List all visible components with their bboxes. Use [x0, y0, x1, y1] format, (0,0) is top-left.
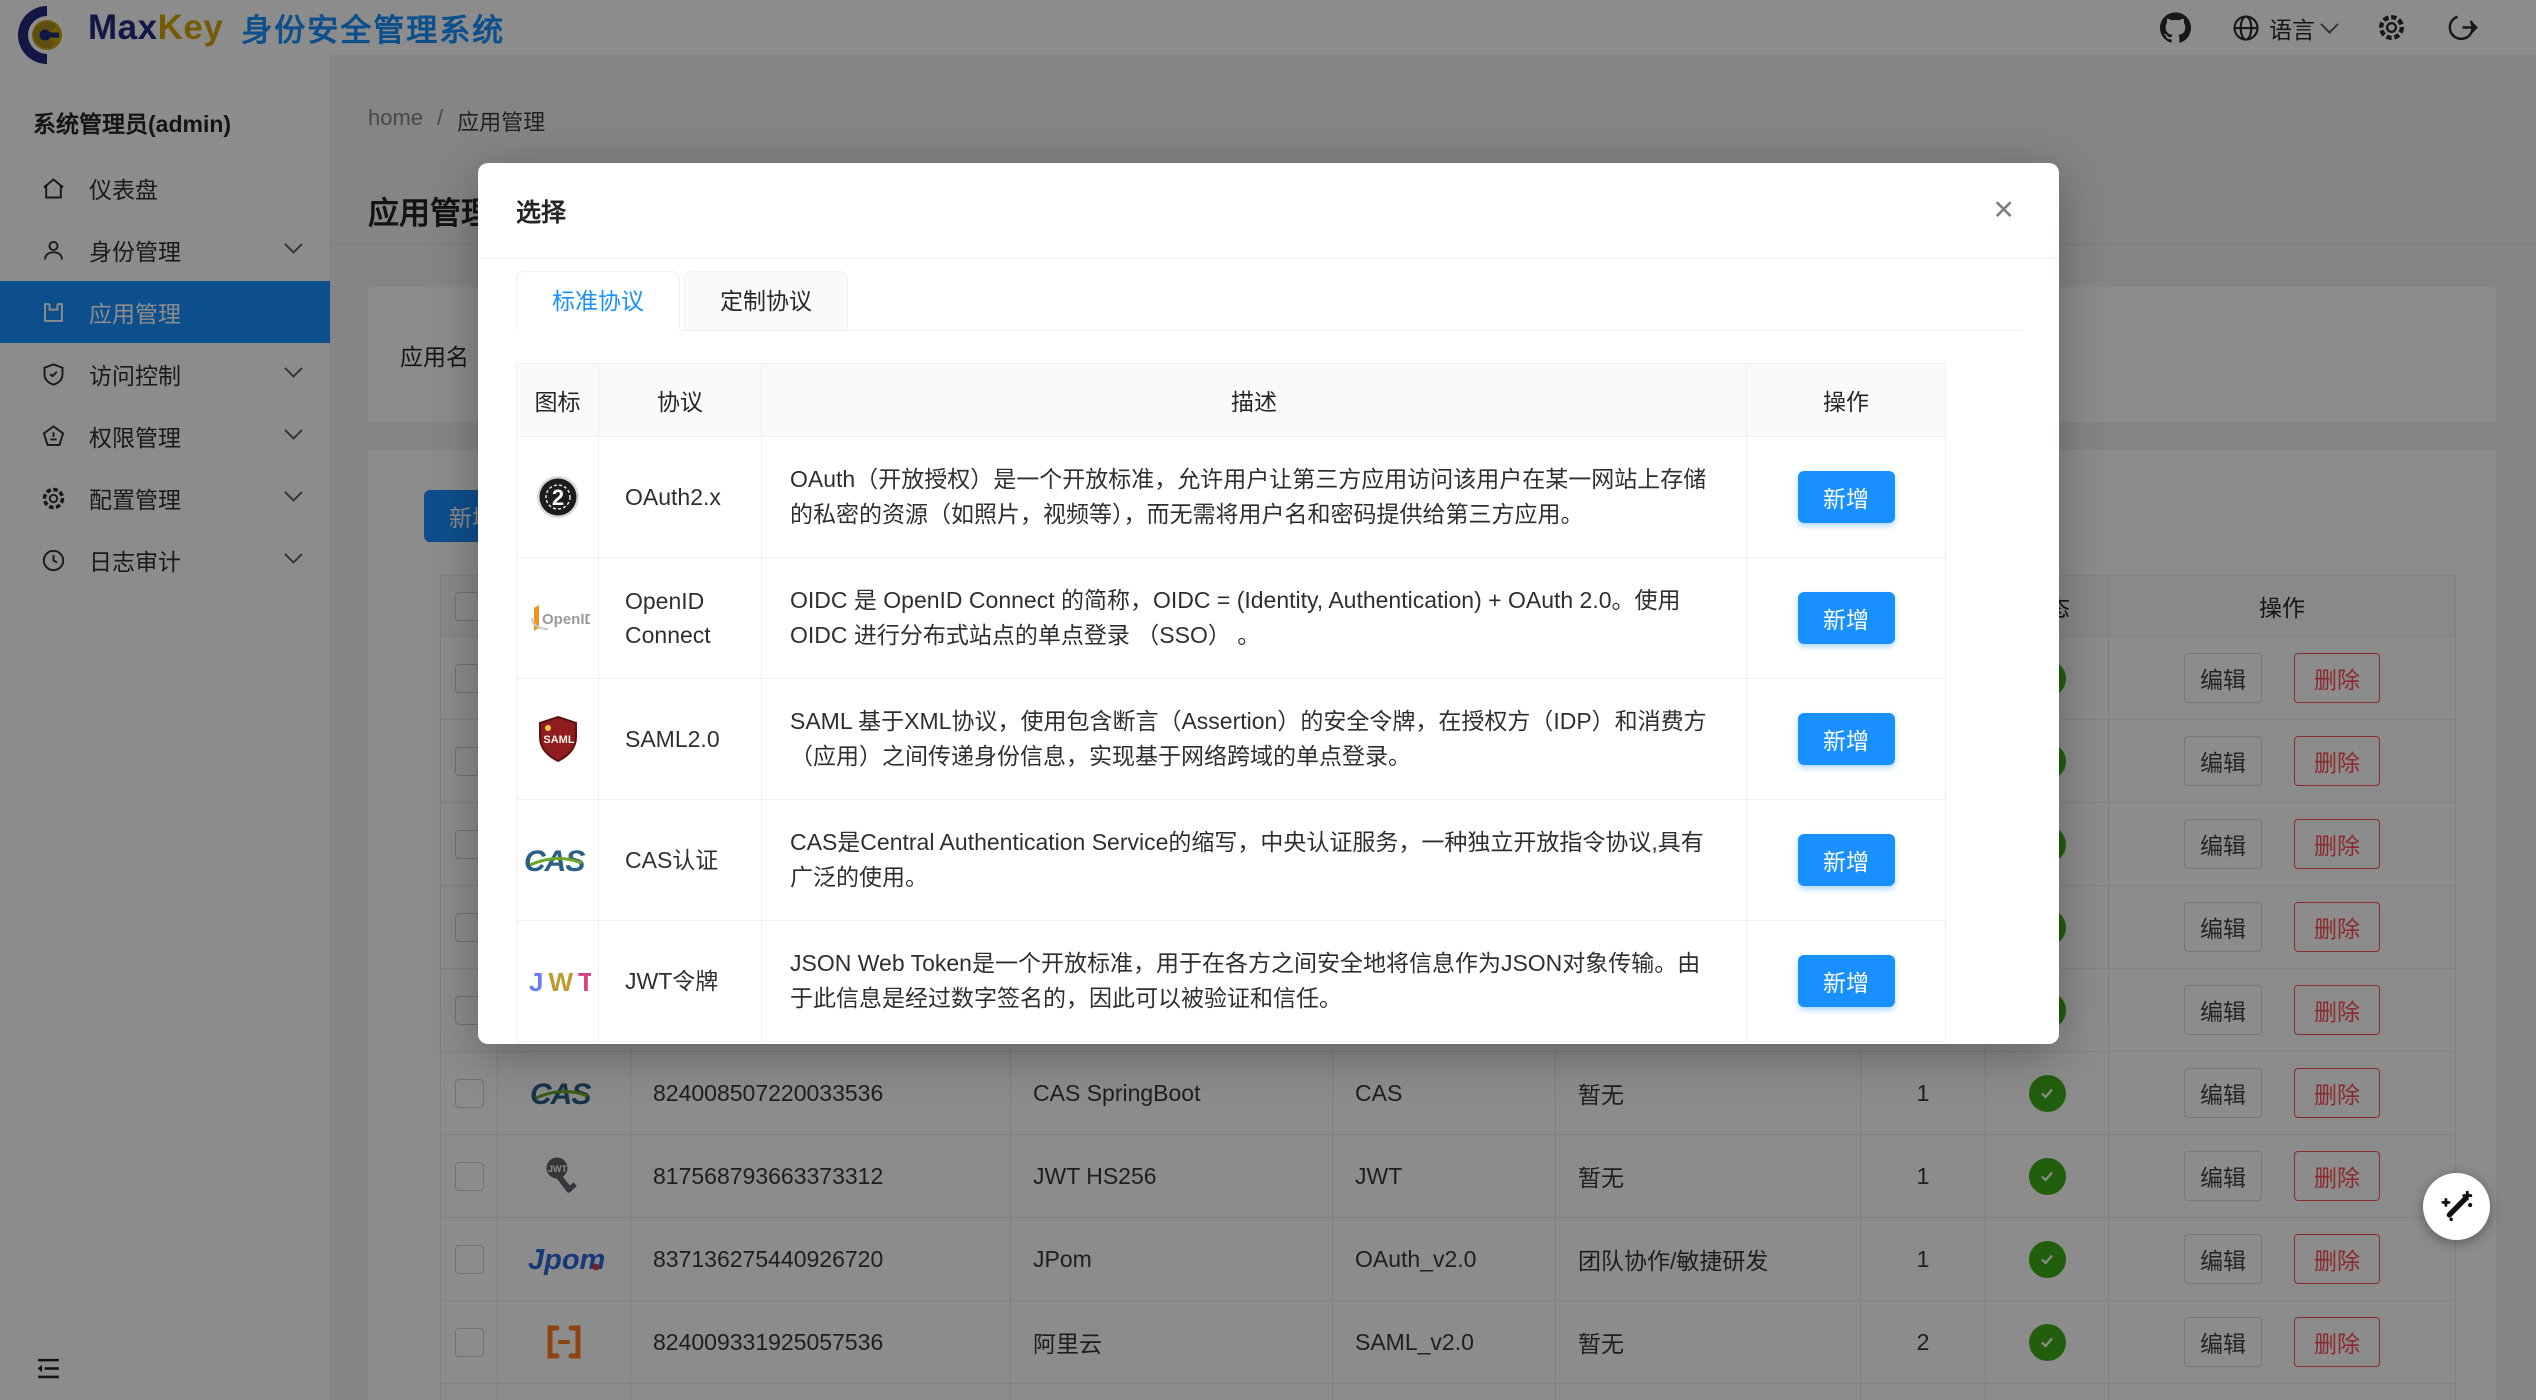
protocol-row: JWT JWT令牌 JSON Web Token是一个开放标准，用于在各方之间安… [517, 921, 1946, 1042]
add-protocol-button[interactable]: 新增 [1798, 713, 1895, 765]
svg-text:2: 2 [551, 485, 563, 510]
protocol-col-header: 协议 [599, 364, 762, 437]
protocol-name: JWT令牌 [599, 921, 762, 1042]
protocol-description: SAML 基于XML协议，使用包含断言（Assertion）的安全令牌，在授权方… [762, 679, 1747, 800]
magic-wand-button[interactable] [2423, 1173, 2490, 1240]
protocol-name: OpenID Connect [599, 558, 762, 679]
icon-col-header: 图标 [517, 364, 599, 437]
protocol-name: CAS认证 [599, 800, 762, 921]
protocol-icon-cell: CAS [517, 800, 599, 921]
protocol-icon-cell: 2 [517, 437, 599, 558]
oauth2-icon: 2 [535, 474, 581, 520]
add-protocol-button[interactable]: 新增 [1798, 471, 1895, 523]
openid-icon: OpenID [526, 598, 590, 638]
modal-body: 标准协议 定制协议 图标 协议 描述 操作 [478, 259, 2059, 1042]
modal-title: 选择 [516, 193, 566, 229]
saml-icon: SAML [536, 715, 580, 763]
add-protocol-button[interactable]: 新增 [1798, 834, 1895, 886]
action-col-header: 操作 [1747, 364, 1946, 437]
protocol-row: OpenID OpenID Connect OIDC 是 OpenID Conn… [517, 558, 1946, 679]
protocol-name: SAML2.0 [599, 679, 762, 800]
description-col-header: 描述 [762, 364, 1747, 437]
protocol-description: OAuth（开放授权）是一个开放标准，允许用户让第三方应用访问该用户在某一网站上… [762, 437, 1747, 558]
jwt-icon: JWT [525, 961, 591, 1001]
screen: MaxKey 身份安全管理系统 语言 系统管理员(admin) [0, 0, 2536, 1400]
protocol-description: OIDC 是 OpenID Connect 的简称，OIDC = (Identi… [762, 558, 1747, 679]
tab-custom-protocol[interactable]: 定制协议 [684, 271, 848, 331]
protocol-icon-cell: OpenID [517, 558, 599, 679]
svg-text:SAML: SAML [543, 734, 574, 746]
protocol-description: JSON Web Token是一个开放标准，用于在各方之间安全地将信息作为JSO… [762, 921, 1747, 1042]
protocol-row: SAML SAML2.0 SAML 基于XML协议，使用包含断言（Asserti… [517, 679, 1946, 800]
protocol-tabs: 标准协议 定制协议 [516, 271, 2021, 331]
protocol-table: 图标 协议 描述 操作 2 OAuth2.x OAuth（开放授权）是一个开放标… [516, 363, 1946, 1042]
protocol-select-modal: 选择 ✕ 标准协议 定制协议 图标 协议 描述 操作 [478, 163, 2059, 1044]
protocol-row: 2 OAuth2.x OAuth（开放授权）是一个开放标准，允许用户让第三方应用… [517, 437, 1946, 558]
tab-standard-protocol[interactable]: 标准协议 [516, 271, 680, 331]
protocol-description: CAS是Central Authentication Service的缩写，中央… [762, 800, 1747, 921]
add-protocol-button[interactable]: 新增 [1798, 955, 1895, 1007]
svg-text:JWT: JWT [529, 967, 591, 997]
protocol-icon-cell: JWT [517, 921, 599, 1042]
modal-header: 选择 ✕ [478, 163, 2059, 259]
close-icon[interactable]: ✕ [1986, 196, 2021, 225]
protocol-icon-cell: SAML [517, 679, 599, 800]
protocol-name: OAuth2.x [599, 437, 762, 558]
cas-icon: CAS [522, 840, 594, 880]
protocol-row: CAS CAS认证 CAS是Central Authentication Ser… [517, 800, 1946, 921]
protocol-table-header: 图标 协议 描述 操作 [517, 364, 1946, 437]
svg-text:OpenID: OpenID [542, 611, 590, 628]
add-protocol-button[interactable]: 新增 [1798, 592, 1895, 644]
magic-wand-icon [2438, 1188, 2476, 1226]
